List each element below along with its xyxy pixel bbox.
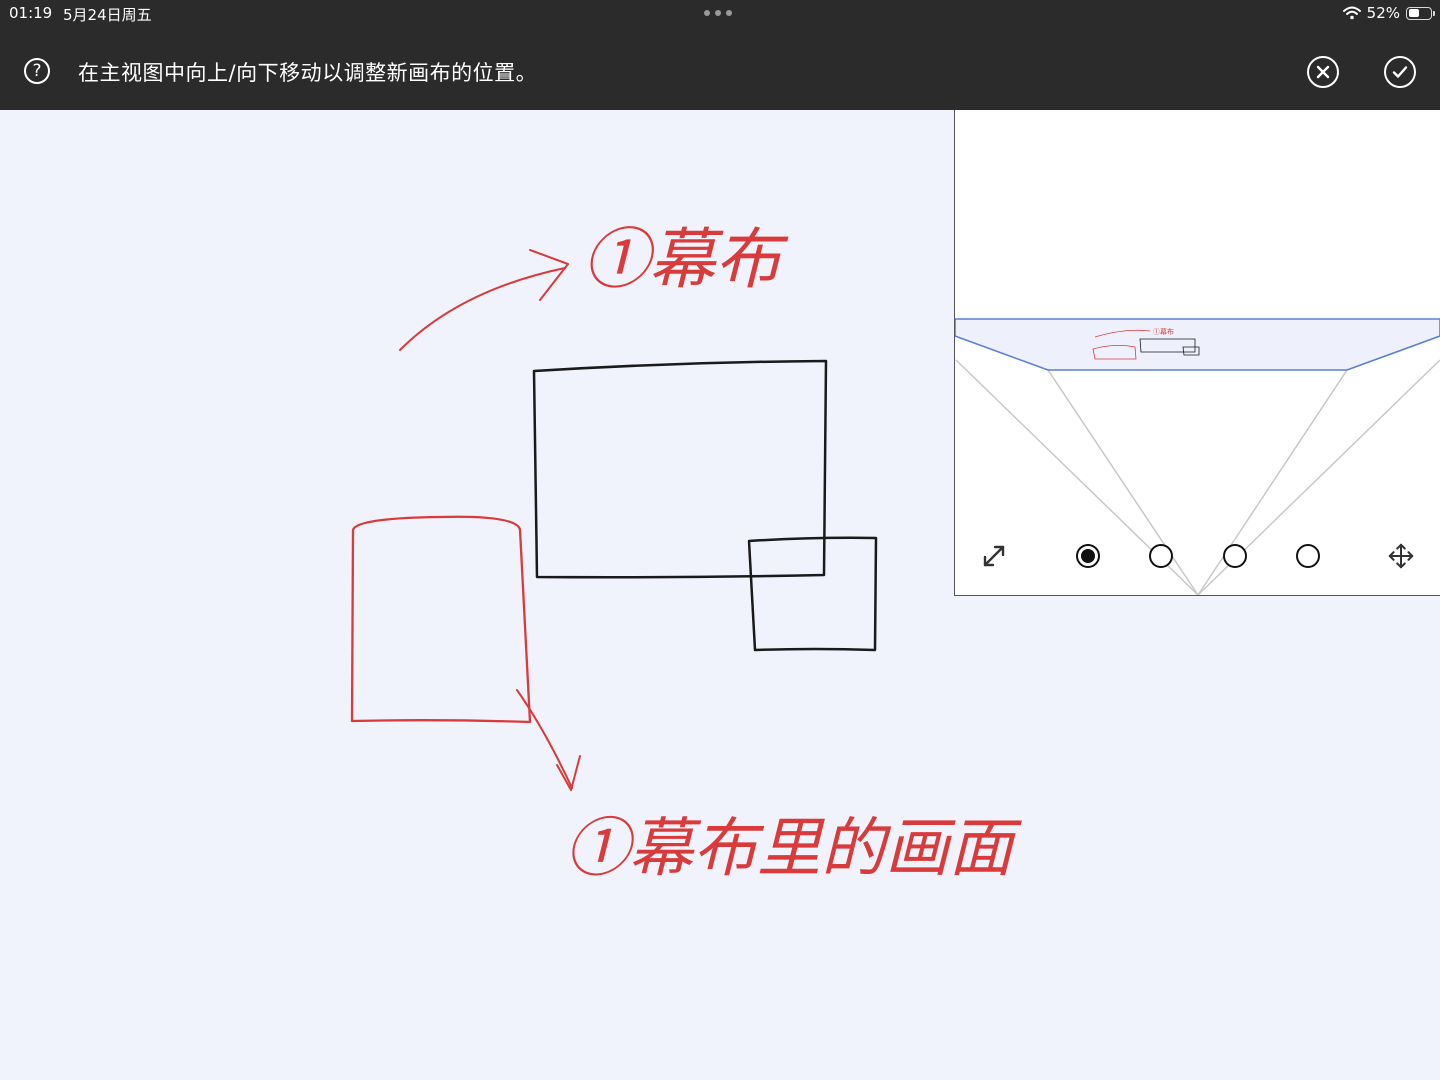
wifi-icon xyxy=(1342,6,1361,20)
dot-icon xyxy=(704,10,710,16)
status-indicators: 52% xyxy=(1342,4,1435,22)
diagonal-expand-icon xyxy=(983,545,1005,567)
page-dot-1[interactable] xyxy=(1076,544,1100,568)
battery-percent: 52% xyxy=(1366,4,1400,22)
page-dot-4[interactable] xyxy=(1296,544,1320,568)
checkmark-icon xyxy=(1392,66,1408,78)
dot-icon xyxy=(726,10,732,16)
preview-controls xyxy=(955,520,1440,595)
instruction-toolbar: ? 在主视图中向上/向下移动以调整新画布的位置。 xyxy=(0,28,1440,110)
instruction-text: 在主视图中向上/向下移动以调整新画布的位置。 xyxy=(78,61,538,85)
red-rectangle xyxy=(350,515,532,724)
cancel-button[interactable] xyxy=(1307,56,1339,88)
red-arrow-bottom xyxy=(516,689,573,789)
dot-icon xyxy=(715,10,721,16)
status-bar: 01:19 5月24日周五 52% xyxy=(0,0,1440,28)
page-dot-2[interactable] xyxy=(1149,544,1173,568)
battery-level xyxy=(1408,9,1419,17)
mini-annotation: ①幕布 xyxy=(1153,327,1174,336)
black-small-rectangle xyxy=(747,536,878,652)
expand-button[interactable] xyxy=(980,542,1008,570)
status-time: 01:19 xyxy=(9,4,53,22)
status-date: 5月24日周五 xyxy=(63,6,152,24)
multitasking-menu[interactable] xyxy=(704,10,732,16)
help-button[interactable]: ? xyxy=(24,58,50,84)
close-icon xyxy=(1316,65,1330,79)
black-screen-rectangle xyxy=(532,359,828,579)
confirm-button[interactable] xyxy=(1384,56,1416,88)
page-dot-3[interactable] xyxy=(1223,544,1247,568)
move-arrows-icon xyxy=(1388,543,1414,569)
battery-icon xyxy=(1406,6,1435,20)
annotation-top: ①幕布 xyxy=(583,221,789,298)
annotation-bottom: ①幕布里的画面 xyxy=(565,812,1022,886)
perspective-preview-panel[interactable]: ①幕布 xyxy=(954,110,1440,596)
red-arrow-top xyxy=(399,267,566,351)
canvas-placement-frame xyxy=(955,318,1440,371)
question-icon: ? xyxy=(32,61,42,81)
move-button[interactable] xyxy=(1387,542,1415,570)
red-arrowhead-bottom xyxy=(556,755,581,791)
